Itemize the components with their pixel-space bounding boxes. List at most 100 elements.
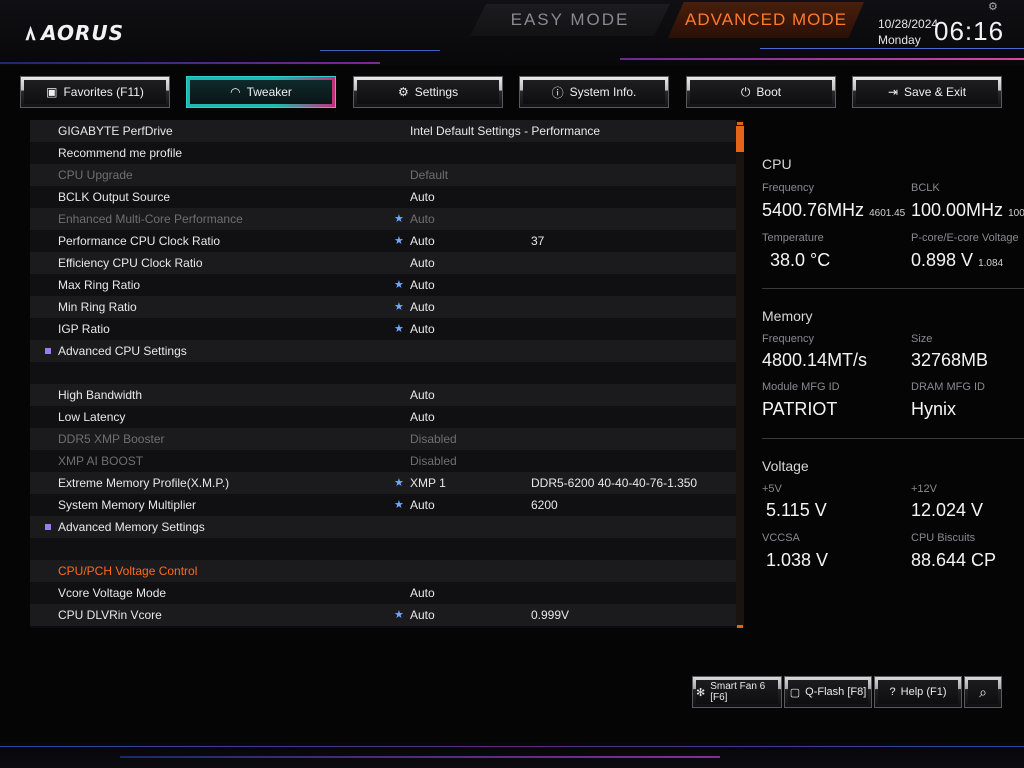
qflash-label: Q-Flash [F8] — [805, 686, 867, 698]
favorite-star-icon[interactable]: ★ — [394, 494, 404, 516]
info-icon: ⓘ — [551, 85, 564, 100]
tab-label: System Info. — [569, 85, 637, 99]
setting-label: CPU DLVRin Vcore — [58, 608, 162, 622]
tab-label: Tweaker — [246, 85, 292, 99]
settings-row[interactable]: CPU Upgrade Default — [30, 164, 736, 186]
search-button[interactable]: ⌕ — [964, 676, 1002, 708]
setting-value[interactable]: Auto — [410, 406, 435, 428]
setting-value[interactable]: Auto — [410, 252, 435, 274]
setting-value[interactable]: Auto — [410, 230, 435, 252]
scroll-up-arrow[interactable] — [737, 122, 743, 125]
setting-label: System Memory Multiplier — [58, 498, 197, 512]
settings-row[interactable]: Advanced CPU Settings — [30, 340, 736, 362]
setting-value[interactable]: Auto — [410, 604, 435, 626]
favorite-star-icon[interactable]: ★ — [394, 318, 404, 340]
smart-fan-label: Smart Fan 6 [F6] — [710, 681, 766, 703]
scroll-down-arrow[interactable] — [737, 625, 743, 628]
setting-label: Recommend me profile — [58, 146, 183, 160]
voltage-title: Voltage — [762, 458, 809, 474]
tab-save-exit[interactable]: ⇥ Save & Exit — [852, 76, 1002, 108]
setting-value[interactable]: XMP 1 — [410, 472, 446, 494]
favorite-star-icon[interactable]: ★ — [394, 604, 404, 626]
setting-value[interactable]: Auto — [410, 296, 435, 318]
setting-label: XMP AI BOOST — [58, 454, 144, 468]
smart-fan-button[interactable]: ✻ Smart Fan 6 [F6] — [692, 676, 782, 708]
submenu-bullet-icon — [45, 348, 51, 354]
favorite-star-icon[interactable]: ★ — [394, 230, 404, 252]
setting-value[interactable]: Default — [410, 164, 448, 186]
setting-value[interactable]: Auto — [410, 384, 435, 406]
easy-mode-button[interactable]: EASY MODE — [470, 4, 670, 36]
cpu-temp-label: Temperature — [762, 232, 824, 244]
tab-system-info[interactable]: ⓘ System Info. — [519, 76, 669, 108]
settings-row[interactable]: Max Ring Ratio ★ Auto — [30, 274, 736, 296]
settings-gear-icon[interactable]: ⚙ — [988, 0, 998, 13]
tab-tweaker[interactable]: ◠ Tweaker — [186, 76, 336, 108]
settings-row[interactable]: CPU DLVRin Vcore ★ Auto 0.999V — [30, 604, 736, 626]
banner-streak — [0, 62, 380, 64]
power-icon: ⏻ — [740, 84, 751, 99]
settings-scrollbar[interactable] — [736, 122, 744, 628]
setting-label: Enhanced Multi-Core Performance — [58, 212, 243, 226]
mem-size-value: 32768MB — [911, 350, 989, 370]
tab-favorites[interactable]: ▣ Favorites (F11) — [20, 76, 170, 108]
setting-value[interactable]: Disabled — [410, 450, 457, 472]
cpu-freq-label: Frequency — [762, 182, 814, 194]
settings-row[interactable]: Efficiency CPU Clock Ratio Auto — [30, 252, 736, 274]
settings-row[interactable]: BCLK Output Source Auto — [30, 186, 736, 208]
settings-row[interactable]: DDR5 XMP Booster Disabled — [30, 428, 736, 450]
settings-row[interactable]: Recommend me profile — [30, 142, 736, 164]
help-button[interactable]: ? Help (F1) — [874, 676, 962, 708]
mem-freq-value: 4800.14MT/s — [762, 350, 868, 370]
search-icon: ⌕ — [979, 683, 987, 700]
datetime: 10/28/2024 Monday — [878, 16, 938, 48]
qflash-button[interactable]: ▢ Q-Flash [F8] — [784, 676, 872, 708]
settings-row[interactable]: System Memory Multiplier ★ Auto 6200 — [30, 494, 736, 516]
aorus-eagle-icon — [25, 25, 36, 41]
settings-row[interactable]: High Bandwidth Auto — [30, 384, 736, 406]
bclk-label: BCLK — [911, 182, 940, 194]
scroll-thumb[interactable] — [736, 126, 744, 152]
settings-row[interactable]: Enhanced Multi-Core Performance ★ Auto — [30, 208, 736, 230]
settings-row[interactable]: Low Latency Auto — [30, 406, 736, 428]
fan-icon: ✻ — [696, 686, 706, 699]
favorite-star-icon[interactable]: ★ — [394, 208, 404, 230]
setting-value[interactable]: Auto — [410, 318, 435, 340]
divider — [762, 288, 1024, 289]
settings-row[interactable]: IGP Ratio ★ Auto — [30, 318, 736, 340]
favorite-star-icon[interactable]: ★ — [394, 296, 404, 318]
setting-current-value: 6200 — [531, 498, 558, 512]
dram-mfg-label: DRAM MFG ID — [911, 381, 985, 393]
exit-icon: ⇥ — [887, 85, 899, 99]
speedometer-icon: ◠ — [230, 85, 241, 99]
setting-value[interactable]: Auto — [410, 274, 435, 296]
setting-label: Max Ring Ratio — [58, 278, 141, 292]
favorite-star-icon[interactable]: ★ — [394, 472, 404, 494]
settings-row[interactable]: Vcore Voltage Mode Auto — [30, 582, 736, 604]
setting-label: High Bandwidth — [58, 388, 143, 402]
core-voltage-label: P-core/E-core Voltage — [911, 232, 1019, 244]
settings-row[interactable]: Performance CPU Clock Ratio ★ Auto 37 — [30, 230, 736, 252]
setting-current-value: 0.999V — [531, 608, 570, 622]
settings-row[interactable]: CPU/PCH Voltage Control — [30, 560, 736, 582]
advanced-mode-button[interactable]: ADVANCED MODE — [668, 2, 864, 38]
settings-row[interactable]: XMP AI BOOST Disabled — [30, 450, 736, 472]
tab-settings[interactable]: ⚙ Settings — [353, 76, 503, 108]
setting-value[interactable]: Auto — [410, 582, 435, 604]
settings-row[interactable]: Min Ring Ratio ★ Auto — [30, 296, 736, 318]
tab-boot[interactable]: ⏻ Boot — [686, 76, 836, 108]
setting-value[interactable]: Auto — [410, 186, 435, 208]
setting-label: Performance CPU Clock Ratio — [58, 234, 221, 248]
settings-row[interactable]: Advanced Memory Settings — [30, 516, 736, 538]
setting-label: Extreme Memory Profile(X.M.P.) — [58, 476, 230, 490]
setting-value[interactable]: Auto — [410, 494, 435, 516]
setting-value[interactable]: Disabled — [410, 428, 457, 450]
setting-label: Advanced Memory Settings — [58, 520, 205, 534]
setting-value[interactable]: Intel Default Settings - Performance — [410, 120, 600, 142]
setting-value[interactable]: Auto — [410, 208, 435, 230]
settings-row — [30, 538, 736, 560]
biscuits-label: CPU Biscuits — [911, 532, 976, 544]
settings-row[interactable]: GIGABYTE PerfDrive Intel Default Settings… — [30, 120, 736, 142]
settings-row[interactable]: Extreme Memory Profile(X.M.P.) ★ XMP 1 DDR5… — [30, 472, 736, 494]
favorite-star-icon[interactable]: ★ — [394, 274, 404, 296]
